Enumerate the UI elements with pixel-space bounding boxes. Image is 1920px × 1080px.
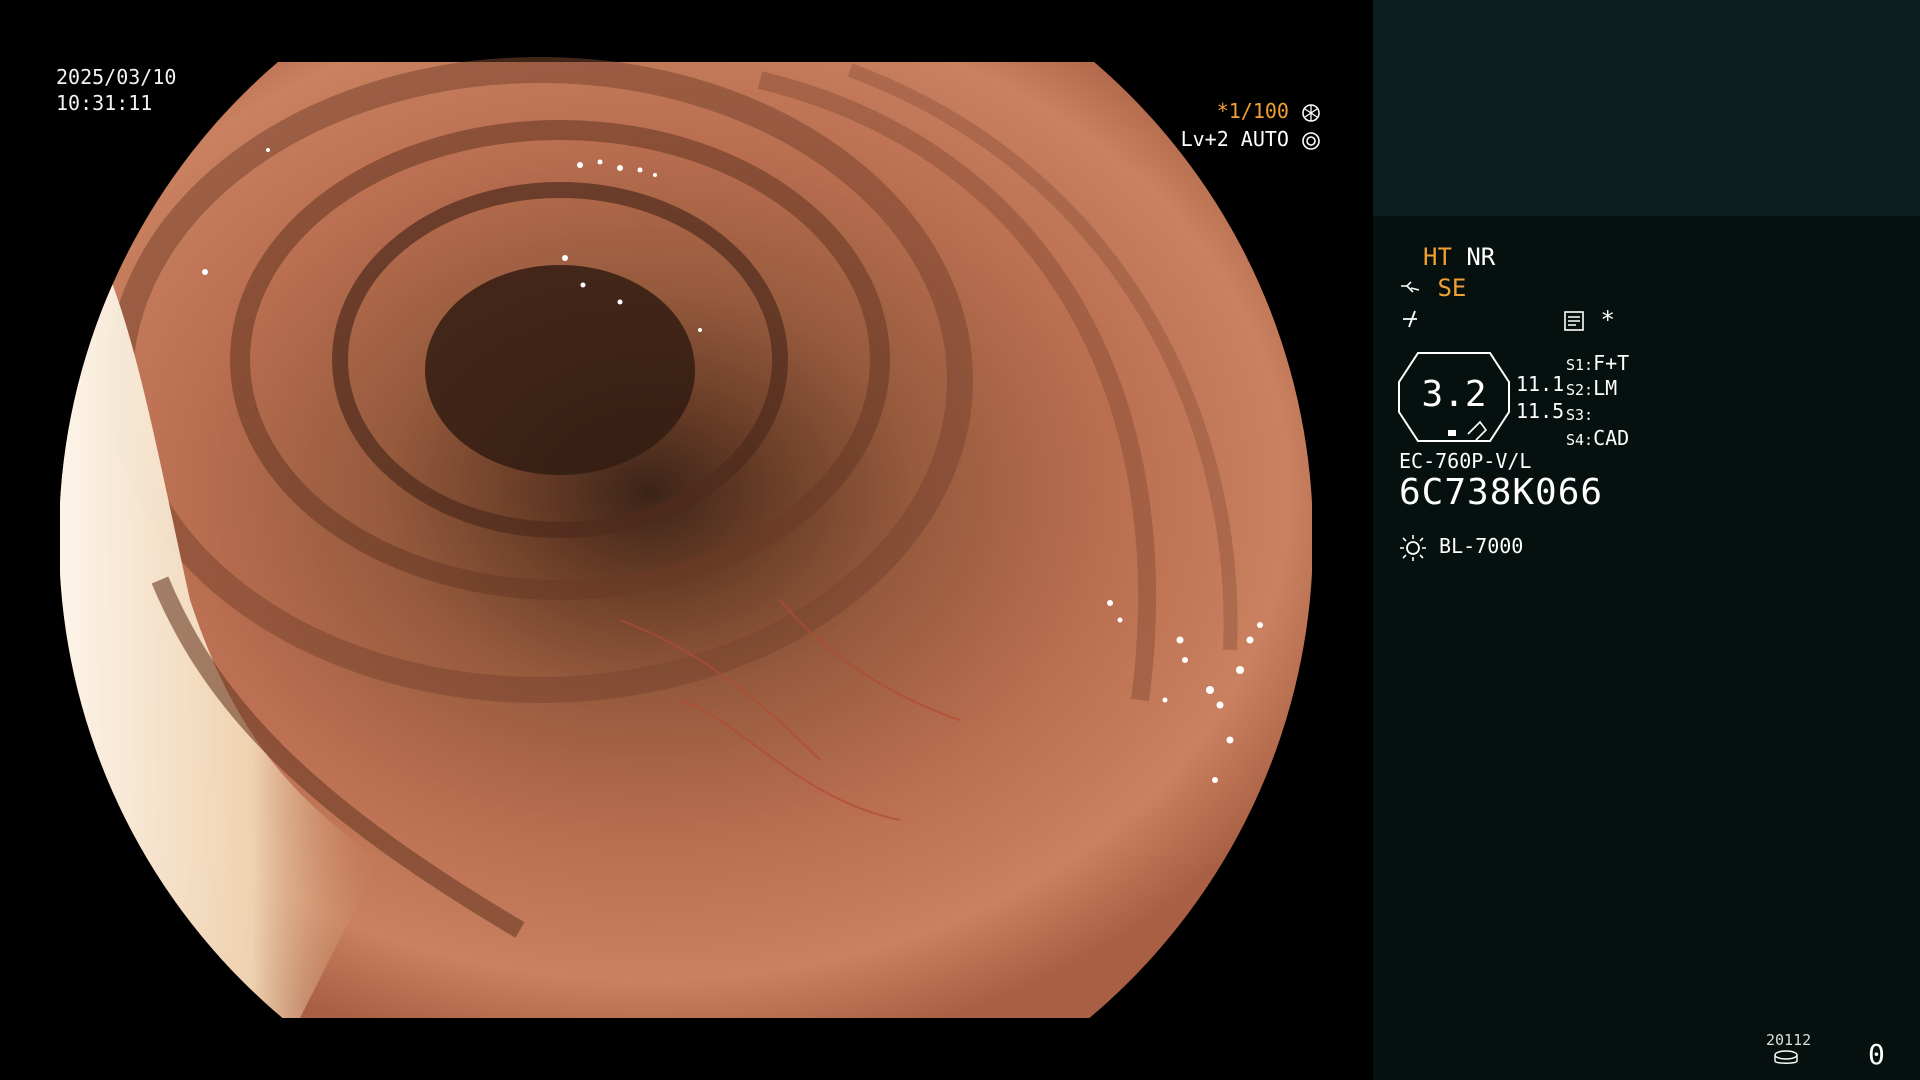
enhance-row xyxy=(1399,303,1423,331)
value-1: 11.1 xyxy=(1516,372,1565,396)
shutter-text: *1/100 xyxy=(1216,99,1289,123)
level-auto-text: Lv+2 AUTO xyxy=(1180,127,1289,151)
iris-icon xyxy=(1302,131,1320,150)
ht-indicator: HT xyxy=(1423,243,1452,271)
memo-row: * xyxy=(1562,306,1615,334)
time-text: 10:31:11 xyxy=(56,91,153,115)
s4-value: CAD xyxy=(1593,426,1630,450)
s4-row: S4:CAD xyxy=(1566,423,1629,454)
gauge-value: 3.2 xyxy=(1421,374,1487,415)
info-panel-top xyxy=(1373,0,1920,216)
exposure-info: *1/100 Lv+2 AUTO xyxy=(1181,97,1321,153)
disk-icon xyxy=(1774,1050,1798,1064)
lamp-icon xyxy=(1400,534,1426,561)
memo-icon xyxy=(1564,311,1584,331)
light-source-text: BL-7000 xyxy=(1439,534,1524,558)
endoscope-view: 2025/03/10 10:31:11 *1/100 Lv+2 AUTO xyxy=(0,0,1373,1080)
endoscopic-image xyxy=(60,57,1312,1018)
s4-label: S4: xyxy=(1566,431,1594,449)
mode-row-1: HT NR xyxy=(1423,243,1495,271)
date-text: 2025/03/10 xyxy=(56,65,177,89)
s2-label: S2: xyxy=(1566,381,1594,399)
insertion-gauge: 3.2 xyxy=(1398,352,1510,442)
datetime: 2025/03/10 10:31:11 xyxy=(56,64,176,116)
value-2: 11.5 xyxy=(1516,399,1565,423)
se-indicator: SE xyxy=(1437,274,1467,302)
s1-label: S1: xyxy=(1566,356,1594,374)
footer-code: 20112 xyxy=(1766,1031,1812,1049)
info-panel: HT NR SE * 3.2 11.1 11.5 S1:F+T S2:LM S3… xyxy=(1373,0,1920,1080)
scope-serial: 6C738K066 xyxy=(1399,472,1604,513)
footer-count: 0 xyxy=(1868,1038,1885,1071)
s2-value: LM xyxy=(1593,376,1618,400)
s3-label: S3: xyxy=(1566,406,1594,424)
aperture-icon xyxy=(1302,103,1320,122)
scope-model: EC-760P-V/L xyxy=(1399,449,1532,473)
enhance-icon xyxy=(1403,310,1417,328)
s1-value: F+T xyxy=(1593,351,1630,375)
nr-indicator: NR xyxy=(1466,243,1496,271)
light-source-row: BL-7000 xyxy=(1399,532,1523,562)
star-indicator: * xyxy=(1600,306,1615,334)
scope-tip-icon xyxy=(1401,281,1420,293)
mode-row-2: SE xyxy=(1399,274,1466,302)
